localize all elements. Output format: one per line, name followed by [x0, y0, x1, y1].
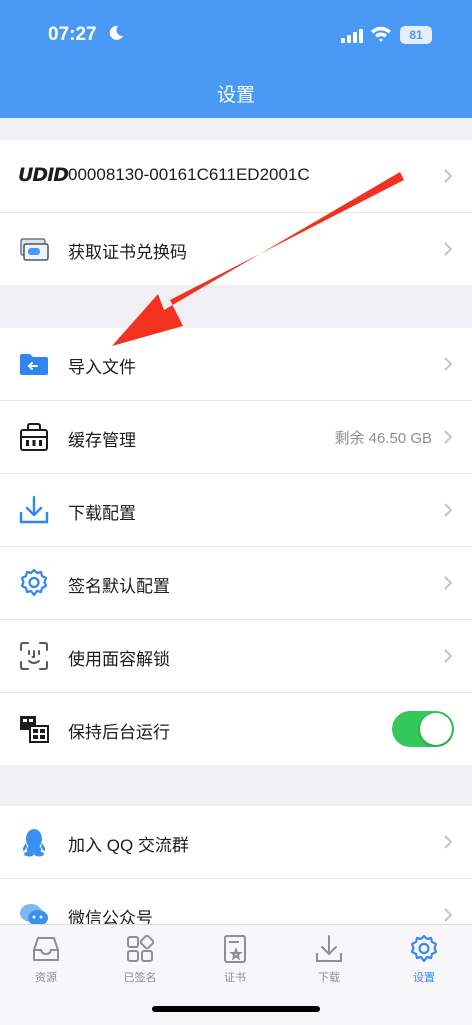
- tab-label: 证书: [224, 972, 246, 984]
- redeem-code-label: 获取证书兑换码: [68, 243, 187, 262]
- bag-icon: [20, 423, 48, 451]
- inbox-icon: [33, 937, 59, 961]
- home-indicator: [152, 1006, 320, 1012]
- cache-remaining: 剩余 46.50 GB: [334, 430, 432, 447]
- chevron-right-icon: [444, 576, 452, 590]
- chevron-right-icon: [444, 908, 452, 922]
- sign-default-label: 签名默认配置: [68, 577, 170, 596]
- cache-label: 缓存管理: [68, 431, 136, 450]
- import-file-label: 导入文件: [68, 358, 136, 377]
- wechat-icon: [20, 904, 48, 924]
- folder-icon: [20, 354, 48, 375]
- tab-downloads[interactable]: 下载: [299, 933, 359, 985]
- gear-icon: [410, 934, 438, 963]
- tab-label: 已签名: [123, 972, 157, 984]
- community-group: 加入 QQ 交流群 微信公众号: [0, 806, 472, 924]
- tab-signed[interactable]: 已签名: [110, 933, 170, 985]
- tab-label: 设置: [413, 972, 435, 984]
- tab-label: 资源: [35, 972, 57, 984]
- keep-background-label: 保持后台运行: [68, 723, 170, 742]
- sign-default-row[interactable]: 签名默认配置: [0, 546, 472, 619]
- tab-certificate[interactable]: 证书: [205, 933, 265, 985]
- toggle-knob: [420, 713, 452, 745]
- chevron-right-icon: [444, 835, 452, 849]
- faceid-icon: [20, 642, 48, 670]
- cache-row[interactable]: 缓存管理 剩余 46.50 GB: [0, 400, 472, 473]
- card-icon: [20, 238, 49, 261]
- udid-icon: UDID: [18, 164, 69, 186]
- moon-icon: [109, 25, 123, 40]
- download-icon: [19, 495, 49, 524]
- signal-icon: [341, 29, 363, 43]
- nav-header: 07:27 81 设置: [0, 0, 472, 118]
- faceid-row[interactable]: 使用面容解锁: [0, 619, 472, 692]
- chevron-right-icon: [444, 169, 452, 183]
- qq-group-label: 加入 QQ 交流群: [68, 836, 189, 855]
- qq-icon: [22, 829, 46, 857]
- download-icon: [316, 935, 342, 962]
- wechat-row[interactable]: 微信公众号: [0, 878, 472, 924]
- grid-icon: [127, 934, 155, 962]
- status-time: 07:27: [48, 24, 97, 45]
- wifi-icon: [371, 26, 391, 42]
- keep-background-toggle[interactable]: [392, 711, 454, 747]
- keep-background-row: 保持后台运行: [0, 692, 472, 765]
- tab-label: 下载: [318, 972, 340, 984]
- chevron-right-icon: [444, 357, 452, 371]
- chevron-right-icon: [444, 649, 452, 663]
- tab-resources[interactable]: 资源: [16, 933, 76, 985]
- gear-icon: [20, 568, 48, 597]
- tab-settings[interactable]: 设置: [394, 933, 454, 985]
- qq-group-row[interactable]: 加入 QQ 交流群: [0, 806, 472, 878]
- download-config-row[interactable]: 下载配置: [0, 473, 472, 546]
- page-title: 设置: [216, 85, 255, 106]
- download-config-label: 下载配置: [68, 504, 136, 523]
- chevron-right-icon: [444, 503, 452, 517]
- import-file-row[interactable]: 导入文件: [0, 328, 472, 400]
- chevron-right-icon: [444, 430, 452, 444]
- settings-group: 导入文件 缓存管理 剩余 46.50 GB 下载配置 签名默认配置 使用面容解锁…: [0, 328, 472, 765]
- chevron-right-icon: [444, 242, 452, 256]
- battery-icon: 81: [400, 26, 432, 44]
- redeem-code-row[interactable]: 获取证书兑换码: [0, 212, 472, 285]
- device-group: UDID 00008130-00161C611ED2001C 获取证书兑换码: [0, 140, 472, 285]
- certificate-icon: [224, 935, 246, 963]
- faceid-label: 使用面容解锁: [68, 650, 170, 669]
- udid-value: 00008130-00161C611ED2001C: [68, 165, 310, 184]
- udid-row[interactable]: UDID 00008130-00161C611ED2001C: [0, 140, 472, 212]
- wechat-label: 微信公众号: [68, 909, 153, 924]
- background-icon: [20, 716, 49, 743]
